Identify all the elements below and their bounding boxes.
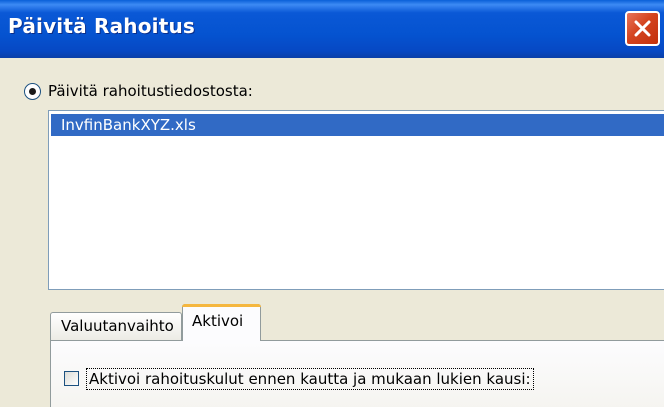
list-item-file[interactable]: InvfinBankXYZ.xls <box>51 114 664 136</box>
close-button[interactable] <box>625 11 660 46</box>
title-bar[interactable]: Päivitä Rahoitus <box>0 0 664 58</box>
update-from-file-label[interactable]: Päivitä rahoitustiedostosta: <box>48 82 253 100</box>
tab-valuutanvaihto[interactable]: Valuutanvaihto <box>50 312 182 340</box>
capitalize-costs-label[interactable]: Aktivoi rahoituskulut ennen kautta ja mu… <box>86 368 534 390</box>
update-from-file-radio[interactable] <box>24 83 41 100</box>
tab-aktivoi[interactable]: Aktivoi <box>182 304 261 341</box>
radio-selected-dot <box>29 88 36 95</box>
close-icon <box>634 20 651 37</box>
update-financing-dialog: Päivitä Rahoitus Päivitä rahoitustiedost… <box>0 0 664 407</box>
financing-file-list[interactable]: InvfinBankXYZ.xls <box>48 110 664 290</box>
dialog-title: Päivitä Rahoitus <box>8 14 196 38</box>
capitalize-costs-checkbox[interactable] <box>64 371 79 386</box>
tab-aktivoi-label: Aktivoi <box>192 312 244 330</box>
